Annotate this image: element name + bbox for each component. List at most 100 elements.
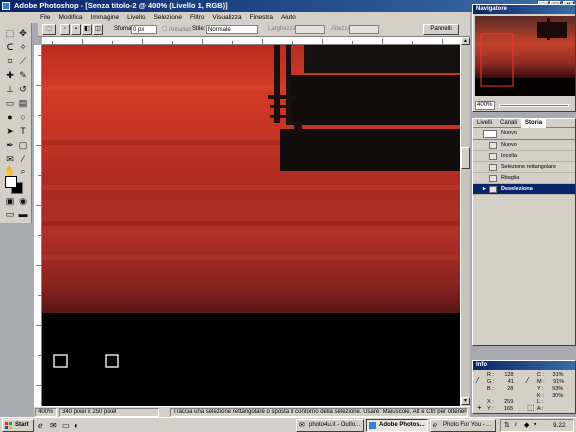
navigator-zoom-slider[interactable] [499,104,569,107]
history-brush-icon[interactable]: ↺ [17,83,29,95]
volume-tray-icon[interactable]: ♪ [514,421,518,428]
crop-tool-icon[interactable]: ⌗ [4,55,16,67]
marquee-tool-icon[interactable]: ⬚ [4,27,16,39]
panel-tabs: Livelli Canali Storia [473,119,575,128]
healing-brush-icon[interactable]: ✚ [4,69,16,81]
network-tray-icon[interactable]: ⇅ [504,421,510,429]
navigator-zoom-input[interactable]: 400% [475,101,495,110]
info-title[interactable]: Info [473,361,575,370]
slice-tool-icon[interactable]: ⟋ [17,55,29,67]
menu-modifica[interactable]: Modifica [55,12,85,23]
taskbar-button-label: Adobe Photos... [379,422,425,428]
history-step[interactable]: Selezione rettangolare [473,162,575,173]
add-selection-icon[interactable]: ▪ [71,24,81,35]
history-step[interactable]: Ritaglia [473,173,575,184]
history-step-label: Incolla [501,153,517,159]
outlook-quicklaunch-icon[interactable]: ✉ [50,421,60,430]
screen-mode-full-icon[interactable]: ▬ [17,208,29,220]
layers-history-panel: Livelli Canali Storia Nuovo Nuovo Incolla … [472,118,576,346]
scroll-down-arrow-icon[interactable]: ▼ [461,397,470,405]
marquee-preset-button[interactable]: ⬚ [42,24,56,35]
media-quicklaunch-icon[interactable]: ◐ [74,421,84,430]
menu-livello[interactable]: Livello [124,12,148,23]
quickmask-mode-icon[interactable]: ◉ [17,195,29,207]
history-step-label: Nuovo [501,142,517,148]
history-state-icon [489,153,497,160]
zoom-field[interactable]: 400% [35,408,57,417]
menu-selezione[interactable]: Selezione [151,12,186,23]
feather-input[interactable]: 0 px [131,25,157,34]
pen-tool-icon[interactable]: ✒ [4,139,16,151]
scroll-thumb[interactable] [461,147,470,169]
brush-tool-icon[interactable]: ✎ [17,69,29,81]
antivirus-tray-icon[interactable]: ◆ [524,421,529,429]
notes-tool-icon[interactable]: ✉ [4,153,16,165]
info-panel: Info ⁄ R : 128 G : 41 B : 28 ⁄ C : 31% M… [472,360,576,414]
display-tray-icon[interactable]: ▪ [534,421,536,428]
info-rgb: R : 128 G : 41 B : 28 [487,372,514,392]
horizontal-ruler [42,37,470,45]
blur-tool-icon[interactable]: ● [4,111,16,123]
magic-wand-icon[interactable]: ✧ [17,41,29,53]
move-tool-icon[interactable]: ✥ [17,27,29,39]
new-selection-icon[interactable]: ▫ [60,24,70,35]
height-input[interactable] [349,25,379,34]
info-wh: L : A : [537,399,544,412]
eyedropper-icon[interactable]: ⁄ [17,153,29,165]
photoshop-icon [369,422,376,429]
antialias-checkbox[interactable]: ☐ Antialias [162,26,191,33]
eraser-tool-icon[interactable]: ▭ [4,97,16,109]
taskbar-photoshop-button[interactable]: Adobe Photos... [366,419,428,432]
start-button[interactable]: Start [2,419,34,432]
menu-filtro[interactable]: Filtro [187,12,207,23]
menu-file[interactable]: File [0,12,53,23]
width-input[interactable] [295,25,325,34]
clock[interactable]: 9.22 [553,422,566,429]
navigator-title[interactable]: Navigatore [473,5,575,14]
history-state-icon [489,175,497,182]
dodge-tool-icon[interactable]: ○ [17,111,29,123]
document-canvas[interactable]: S O [42,45,460,406]
clone-stamp-icon[interactable]: ⊥ [4,83,16,95]
menu-aiuto[interactable]: Aiuto [278,12,299,23]
document-size[interactable]: 340 pixel x 250 pixel [59,408,159,417]
history-state-icon [489,142,497,149]
taskbar-outlook-button[interactable]: ✉ photo4u.it - Outlo... [296,419,364,432]
history-snapshot[interactable]: Nuovo [473,128,575,140]
path-select-icon[interactable]: ➤ [4,125,16,137]
type-tool-icon[interactable]: T [17,125,29,137]
menu-finestra[interactable]: Finestra [247,12,276,23]
menu-immagine[interactable]: Immagine [88,12,123,23]
taskbar-photoforyou-button[interactable]: ℯ Photo For You - ... [430,419,496,432]
history-step-selected[interactable]: ▸ Deseleziona [473,184,575,195]
tab-livelli[interactable]: Livelli [473,119,496,128]
taskbar: Start ℯ ✉ ▭ ◐ ✉ photo4u.it - Outlo... Ad… [0,417,576,432]
zoom-tool-icon[interactable]: ⌕ [17,165,29,177]
eyedropper-cmyk-icon: ⁄ [527,376,529,385]
navigator-panel: Navigatore 400% [472,4,576,112]
history-step[interactable]: Nuovo [473,140,575,151]
navigator-thumbnail[interactable] [475,16,575,96]
intersect-selection-icon[interactable]: ◫ [93,24,103,35]
gradient-tool-icon[interactable]: ▤ [17,97,29,109]
menu-visualizza[interactable]: Visualizza [209,12,244,23]
screen-mode-standard-icon[interactable]: ▭ [4,208,16,220]
scroll-up-arrow-icon[interactable]: ▲ [461,37,470,45]
history-step[interactable]: Incolla [473,151,575,162]
ie-quicklaunch-icon[interactable]: ℯ [38,421,48,430]
shape-tool-icon[interactable]: ▢ [17,139,29,151]
vertical-scrollbar[interactable]: ▲ ▼ [460,37,470,406]
desktop-quicklaunch-icon[interactable]: ▭ [62,421,72,430]
subtract-selection-icon[interactable]: ◧ [82,24,92,35]
foreground-color-swatch[interactable] [5,176,17,188]
palettes-button[interactable]: Pannelli [423,24,459,35]
style-select[interactable]: Normale [206,25,258,34]
tab-canali[interactable]: Canali [496,119,521,128]
standard-mode-icon[interactable]: ▣ [4,195,16,207]
lasso-tool-icon[interactable]: ᑕ [4,41,16,53]
tab-storia[interactable]: Storia [521,119,547,128]
info-cmyk: C : 31% M : 91% Y : 93% K : 30% [537,372,565,399]
oil-platform-silhouette [42,45,460,406]
photoshop-window: Adobe Photoshop - [Senza titolo-2 @ 400%… [0,0,576,417]
history-state-icon [489,186,497,193]
